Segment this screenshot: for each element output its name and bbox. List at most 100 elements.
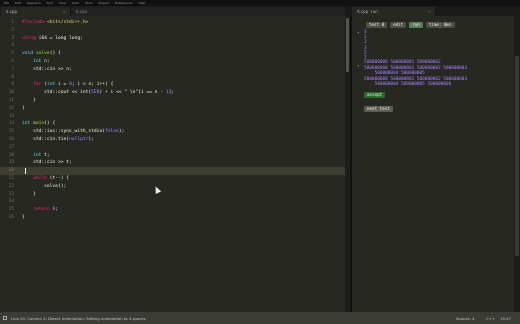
- line-number: 5: [11, 51, 14, 57]
- indentation-setting[interactable]: Spaces: 4: [456, 316, 474, 321]
- panel-toggle-icon[interactable]: [3, 316, 7, 320]
- close-icon[interactable]: ×: [428, 7, 431, 16]
- line-number: 12: [8, 105, 14, 111]
- syntax-setting[interactable]: C++: [486, 316, 495, 321]
- code-token: std::cin >> t;: [22, 160, 72, 166]
- code-line[interactable]: using i64 = long long;: [22, 35, 83, 43]
- tab-bar: a.cpp × b.cpp A.cpp -run ×: [0, 6, 520, 16]
- output-pane: test 0 edit run time: 0ms ▾ 312357 ▾ 500…: [352, 16, 520, 312]
- line-number: 3: [11, 35, 14, 41]
- line-number: 26: [8, 215, 14, 220]
- code-line[interactable]: void solve() {: [22, 50, 61, 58]
- code-token: i =: [58, 82, 70, 88]
- code-token: int: [22, 59, 45, 64]
- code-token: std::cin.tie(: [22, 137, 70, 142]
- code-line[interactable]: std::ios::sync_with_stdio(false);: [22, 128, 124, 136]
- output-toolbar: test 0 edit run time: 0ms: [366, 22, 455, 28]
- scroll-thumb[interactable]: [346, 18, 349, 72]
- collapse-icon[interactable]: ▾: [357, 30, 359, 35]
- code-line[interactable]: std::cin >> t;: [22, 159, 72, 167]
- run-button[interactable]: run: [409, 22, 423, 28]
- code-line[interactable]: std::cin >> n;: [22, 66, 72, 74]
- line-number: 20: [8, 168, 14, 174]
- line-number: 4: [11, 43, 14, 49]
- line-number: 22: [8, 183, 14, 189]
- code-token: solve: [35, 51, 50, 57]
- code-line[interactable]: }: [22, 214, 25, 222]
- status-message: Line 20, Column 2; Detect Indentation: S…: [11, 315, 146, 321]
- tab-editor-2[interactable]: b.cpp: [71, 7, 345, 16]
- test-button[interactable]: test 0: [366, 22, 388, 28]
- code-token: main: [33, 121, 45, 127]
- line-number: 2: [11, 27, 14, 33]
- code-token: (t--) {: [49, 176, 70, 181]
- code-token: while: [22, 176, 50, 181]
- code-token: int: [46, 82, 58, 88]
- line-number: 8: [11, 74, 14, 80]
- collapse-icon[interactable]: ▾: [357, 63, 359, 68]
- code-line[interactable]: }: [22, 191, 36, 199]
- code-token: int: [22, 121, 34, 127]
- code-line[interactable]: }: [22, 105, 25, 113]
- code-line[interactable]: for (int i = 0; i < n; i++) {: [22, 81, 113, 89]
- output-scrollbar[interactable]: [514, 16, 520, 312]
- code-token: );: [88, 137, 94, 142]
- status-bar: Line 20, Column 2; Detect Indentation: S…: [0, 312, 520, 324]
- code-line[interactable]: }: [22, 97, 36, 105]
- code-token: #include: [22, 20, 45, 25]
- code-token: false: [104, 129, 119, 135]
- code-token: ;: [55, 207, 58, 213]
- close-icon[interactable]: ×: [63, 7, 66, 16]
- code-token: using: [22, 35, 39, 41]
- accept-badge: accept: [364, 92, 386, 98]
- code-token: for: [22, 82, 45, 88]
- line-number: 16: [8, 137, 14, 142]
- code-token: void: [22, 51, 36, 57]
- code-line[interactable]: return 0;: [22, 206, 58, 214]
- line-number: 15: [8, 129, 14, 135]
- code-token: std::cout << int(: [22, 90, 92, 96]
- line-number: 6: [11, 59, 14, 64]
- line-number: 21: [8, 176, 14, 181]
- code-token: ) + i << " \n"[i == n -: [99, 90, 166, 96]
- code-token: t;: [44, 152, 50, 158]
- tab-label: A.cpp -run: [357, 9, 378, 14]
- code-token: }: [22, 191, 36, 197]
- code-line[interactable]: std::cout << int(5E8) + i << " \n"[i == …: [22, 89, 174, 97]
- tab-output[interactable]: A.cpp -run ×: [352, 7, 436, 16]
- code-token: }: [22, 215, 25, 220]
- code-token: solve();: [22, 183, 67, 189]
- line-number: 25: [8, 207, 14, 213]
- code-line[interactable]: while (t--) {: [22, 175, 69, 183]
- current-line-highlight: [0, 167, 345, 175]
- code-line[interactable]: int n;: [22, 58, 50, 66]
- line-number: 17: [8, 144, 14, 150]
- line-number-gutter: 1 2 3 4 5 6 7 8 9 10 11 12 13 14 15 16 17 18 19 20 21 22 23 24 2…: [0, 16, 17, 312]
- code-token: <bits/stdc++.h>: [44, 20, 89, 25]
- code-line[interactable]: int main() {: [22, 120, 55, 128]
- line-number: 24: [8, 199, 14, 205]
- line-number: 14: [8, 121, 14, 127]
- code-line[interactable]: solve();: [22, 183, 66, 191]
- tab-label: b.cpp: [76, 9, 88, 14]
- line-number: 23: [8, 191, 14, 197]
- code-token: }: [22, 98, 36, 103]
- code-token: n;: [44, 59, 50, 64]
- line-number: 7: [11, 66, 14, 72]
- next-test-button[interactable]: next test: [364, 106, 393, 112]
- clock: 19:57: [500, 315, 511, 321]
- text-caret: [25, 168, 26, 175]
- code-token: ; i < n; i++) {: [71, 82, 114, 88]
- code-token: () {: [44, 121, 56, 127]
- code-line[interactable]: std::cin.tie(nullptr);: [22, 136, 94, 144]
- code-editor[interactable]: 1 2 3 4 5 6 7 8 9 10 11 12 13 14 15 16 17 18 19 20 21 22 23 24 2…: [0, 16, 345, 312]
- code-line[interactable]: #include <bits/stdc++.h>: [22, 19, 88, 27]
- tab-editor-1[interactable]: a.cpp ×: [1, 7, 71, 16]
- tab-label: a.cpp: [6, 9, 17, 14]
- code-token: );: [118, 129, 125, 135]
- scroll-thumb[interactable]: [515, 56, 519, 256]
- line-number: 11: [8, 98, 14, 103]
- edit-button[interactable]: edit: [390, 22, 407, 28]
- code-line[interactable]: int t;: [22, 152, 50, 160]
- code-token: }: [22, 105, 25, 111]
